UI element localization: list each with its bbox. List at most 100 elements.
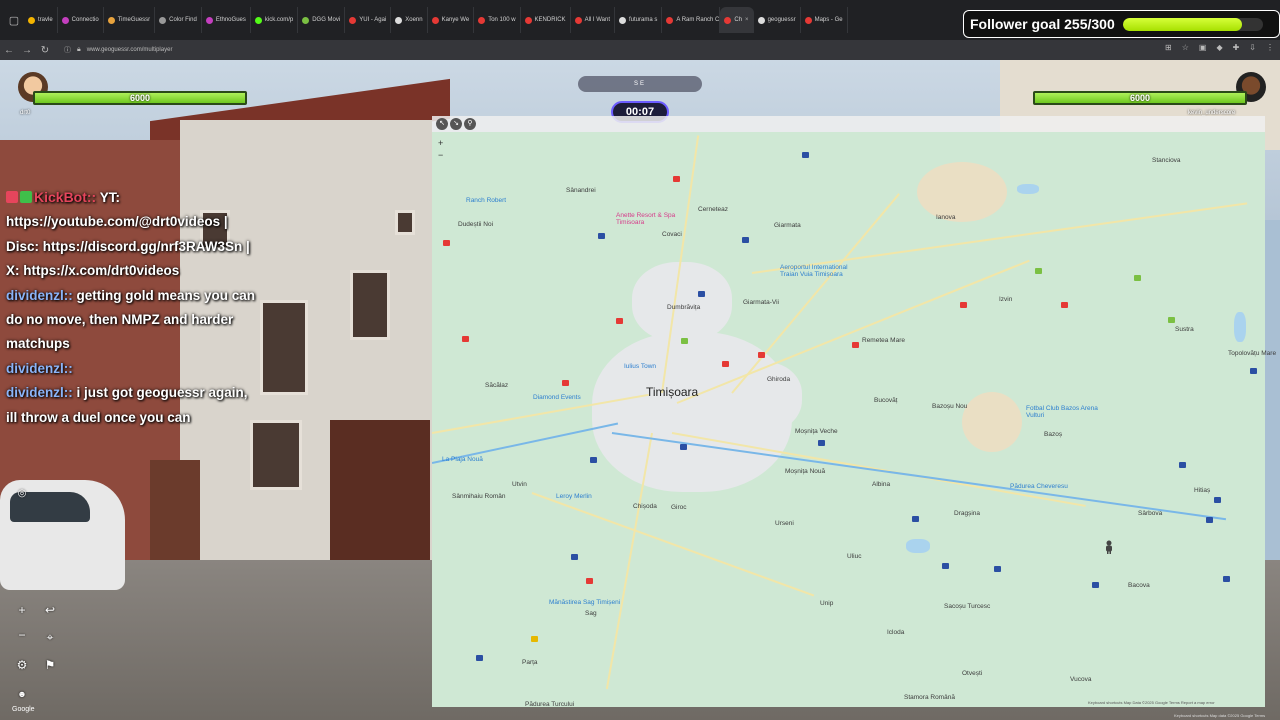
route-shield-icon [673,176,680,182]
map-place-label: Mănăstirea Sag Timișeni [549,599,621,606]
route-shield-icon [598,233,605,239]
camera-icon[interactable]: ◎ [12,484,32,504]
return-to-start-icon[interactable]: ↩ [40,600,60,620]
map-place-label: Giarmata-Vii [743,299,780,306]
browser-tab[interactable]: Xoenn [391,7,428,33]
browser-tab[interactable]: Ton 100 w [474,7,521,33]
page-footer: Keyboard shortcuts Map data ©2025 Google… [1174,713,1266,718]
map-place-label: Sânandrei [566,187,596,194]
tab-overview-icon[interactable]: ▢ [4,10,24,30]
flag-icon[interactable]: ⚑ [40,655,60,675]
menu-icon[interactable]: ⋮ [1266,43,1274,52]
map-place-label: Sârbova [1138,510,1163,517]
map-place-label: Ghiroda [767,376,791,383]
map-place-label: Stamora Română [904,694,955,701]
extension-icon[interactable]: ▣ [1199,43,1207,52]
browser-tab[interactable]: geoguessr [754,7,801,33]
route-shield-icon [1223,576,1230,582]
browser-tab[interactable]: Ch × [720,7,754,33]
browser-tab[interactable]: travle [24,7,58,33]
map-zoom-controls[interactable]: + − [438,137,443,161]
lake [1234,312,1246,342]
route-shield-icon [912,516,919,522]
browser-tab[interactable]: EthnoGues [202,7,251,33]
route-shield-icon [443,240,450,246]
back-icon[interactable]: ← [0,45,18,56]
window [260,300,308,395]
browser-tab[interactable]: kick.com/p [251,7,299,33]
follower-goal-fill [1122,17,1242,31]
map-pin-icon[interactable]: ⚲ [464,118,476,130]
follower-goal-bar [1122,17,1263,31]
settings-gear-icon[interactable]: ⚙ [12,655,32,675]
map-place-label: Fotbal Club Bazos Arena Vulturi [1026,405,1098,419]
tab-favicon-icon [349,16,357,24]
route-shield-icon [462,336,469,342]
browser-tab[interactable]: All I Want [571,7,616,33]
browser-tab[interactable]: futurama s [615,7,663,33]
route-shield-icon [1206,517,1213,523]
map-footer: Keyboard shortcuts Map Data ©2025 Google… [1088,700,1215,705]
map-place-label: Sânmihaiu Român [452,493,506,500]
tab-label: kick.com/p [264,17,294,23]
bookmark-star-icon[interactable]: ☆ [1182,43,1189,52]
checkpoint-icon[interactable]: ⌖ [40,627,60,647]
map-place-label: Săcălaz [485,382,509,389]
zoom-out-icon[interactable]: − [12,625,32,645]
route-shield-icon [681,338,688,344]
player-health-bar-left: 6000 [33,91,247,105]
guess-map[interactable] [432,132,1265,707]
tab-label: DGG Movi [312,17,341,23]
route-shield-icon [571,554,578,560]
moderator-badge-icon [6,191,18,203]
forward-icon[interactable]: → [18,45,36,56]
tab-favicon-icon [205,16,213,24]
route-shield-icon [698,291,705,297]
map-place-label: Pădurea Cheveresu [1010,483,1068,490]
tab-favicon-icon [159,16,167,24]
extension-icon[interactable]: ◆ [1216,43,1222,52]
map-place-label: Otvești [962,670,983,677]
route-shield-icon [1035,268,1042,274]
browser-tab[interactable]: Connectio [58,7,104,33]
tab-favicon-icon [478,16,486,24]
route-shield-icon [590,457,597,463]
browser-tab[interactable]: Kanye We [428,7,475,33]
map-place-label: Giroc [671,504,687,511]
tab-label: travle [38,17,53,23]
road [676,259,1030,404]
tab-favicon-icon [524,16,532,24]
browser-tab[interactable]: DGG Movi [298,7,346,33]
map-place-label: Hitiaș [1194,487,1211,494]
map-place-label: Bacova [1128,582,1150,589]
zoom-in-icon[interactable]: + [12,600,32,620]
route-shield-icon [616,318,623,324]
map-place-label: Vucova [1070,676,1092,683]
browser-tab[interactable]: A Ram Ranch C [662,7,721,33]
map-shrink-icon[interactable]: ↖ [436,118,448,130]
download-icon[interactable]: ⇩ [1249,43,1256,52]
tab-close-icon[interactable]: × [745,17,749,23]
browser-tab[interactable]: KENDRICK [521,7,571,33]
garage-gate [330,420,430,580]
browser-tab[interactable]: Maps - Ge [801,7,848,33]
puzzle-icon[interactable]: ✚ [1233,43,1240,52]
players-icon[interactable]: ☻ [12,684,32,704]
map-place-label: Dragșina [954,510,981,517]
site-info-icon[interactable]: ⓘ [64,45,71,55]
browser-tab[interactable]: YUI - Agai [345,7,392,33]
route-shield-icon [1214,497,1221,503]
tab-favicon-icon [574,16,582,24]
install-app-icon[interactable]: ⊞ [1165,43,1172,52]
map-place-label: Ranch Robert [466,197,507,204]
address-bar: ← → ↻ ⓘ 🔒︎ www.geoguessr.com/multiplayer… [0,40,1280,60]
tab-favicon-icon [666,16,674,24]
map-place-label: Ianova [936,214,956,221]
reload-icon[interactable]: ↻ [36,45,54,56]
url-field[interactable]: ⓘ 🔒︎ www.geoguessr.com/multiplayer [64,45,172,55]
map-place-label: Chișoda [633,503,657,510]
city-area [722,362,802,432]
browser-tab[interactable]: Color Find [155,7,202,33]
browser-tab[interactable]: TimeGuessr [104,7,156,33]
map-expand-icon[interactable]: ↘ [450,118,462,130]
